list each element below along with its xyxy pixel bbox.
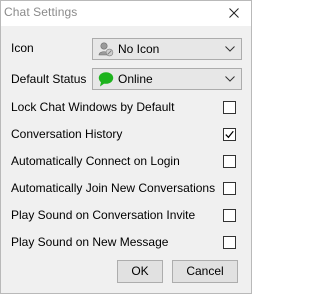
close-button[interactable] bbox=[217, 1, 251, 26]
cancel-button[interactable]: Cancel bbox=[172, 260, 238, 283]
option-label: Automatically Connect on Login bbox=[11, 154, 180, 168]
conversation-history-checkbox[interactable] bbox=[223, 128, 236, 141]
close-icon bbox=[229, 8, 239, 18]
ok-button[interactable]: OK bbox=[117, 260, 163, 283]
default-status-select[interactable]: Online bbox=[92, 68, 242, 90]
sound-message-checkbox[interactable] bbox=[223, 236, 236, 249]
default-status-label: Default Status bbox=[11, 72, 87, 86]
chevron-down-icon bbox=[225, 46, 235, 52]
window-title: Chat Settings bbox=[4, 5, 78, 19]
option-label: Conversation History bbox=[11, 127, 123, 141]
chat-settings-window: Chat Settings Icon No Icon Default Statu… bbox=[0, 0, 252, 294]
auto-connect-checkbox[interactable] bbox=[223, 155, 236, 168]
chevron-down-icon bbox=[225, 76, 235, 82]
icon-label: Icon bbox=[11, 41, 34, 55]
checkmark-icon bbox=[225, 130, 234, 139]
auto-join-checkbox[interactable] bbox=[223, 182, 236, 195]
default-status-select-value: Online bbox=[118, 72, 153, 86]
dialog-body: Icon No Icon Default Status Online Lock … bbox=[1, 26, 251, 293]
option-label: Play Sound on New Message bbox=[11, 235, 169, 249]
lock-chat-windows-checkbox[interactable] bbox=[223, 101, 236, 114]
icon-select[interactable]: No Icon bbox=[92, 38, 242, 60]
option-label: Lock Chat Windows by Default bbox=[11, 100, 175, 114]
icon-select-value: No Icon bbox=[118, 42, 160, 56]
option-label: Automatically Join New Conversations bbox=[11, 181, 216, 195]
title-bar[interactable]: Chat Settings bbox=[1, 1, 251, 26]
option-label: Play Sound on Conversation Invite bbox=[11, 208, 196, 222]
sound-invite-checkbox[interactable] bbox=[223, 209, 236, 222]
green-speech-bubble-icon bbox=[98, 72, 114, 87]
person-silhouette-icon bbox=[98, 42, 114, 57]
